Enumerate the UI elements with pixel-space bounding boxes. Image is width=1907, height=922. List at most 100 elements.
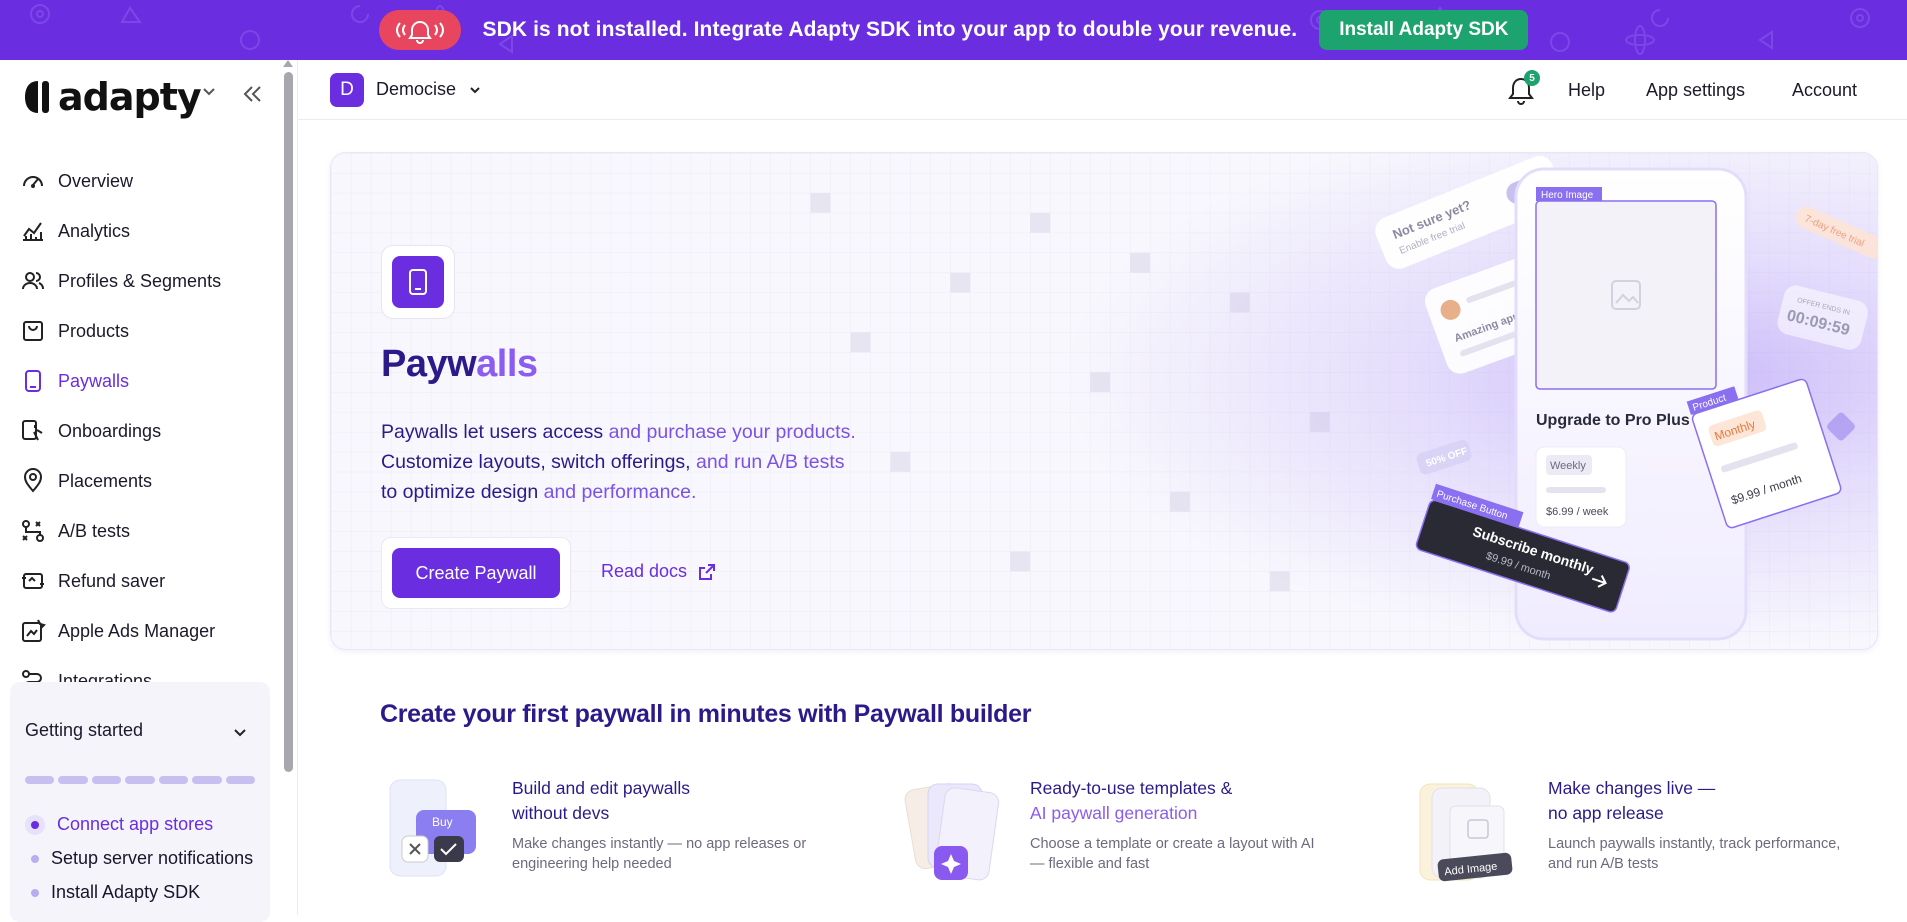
feature-title-line: Ready-to-use templates & (1030, 778, 1233, 798)
feature-live-illustration: Add Image (1419, 783, 1513, 882)
ab-icon (22, 520, 44, 542)
users-icon (22, 272, 44, 290)
task-label: Connect app stores (57, 814, 214, 834)
illus-weekly-price: $6.99 / week (1546, 506, 1609, 518)
collapse-sidebar-icon[interactable] (240, 82, 264, 106)
feature-title: Ready-to-use templates & AI paywall gener… (1030, 776, 1290, 826)
page-title: Paywalls (381, 343, 538, 386)
feature-title-line: AI paywall generation (1030, 803, 1198, 823)
sidebar-item-label: Paywalls (58, 370, 130, 391)
task-install-sdk[interactable]: Install Adapty SDK (25, 882, 265, 903)
feature-description: Launch paywalls instantly, track perform… (1548, 836, 1841, 872)
feature-templates: Ready-to-use templates & AI paywall gener… (898, 776, 1318, 906)
sidebar: adapty Overview Analytics Profiles & Segme… (0, 60, 298, 922)
task-connect-app-stores[interactable]: Connect app stores (25, 814, 265, 835)
progress-segment (91, 776, 122, 784)
read-docs-link[interactable]: Read docs (601, 561, 717, 582)
progress-segment (125, 776, 155, 784)
account-link[interactable]: Account (1792, 80, 1857, 101)
feature-templates-illustration (904, 783, 1000, 881)
phone-icon (25, 370, 41, 392)
ads-icon (22, 619, 46, 642)
feature-buy-tag: Buy (432, 815, 453, 829)
create-paywall-button[interactable]: Create Paywall (392, 548, 560, 598)
sidebar-item-onboardings[interactable]: Onboardings (20, 406, 270, 456)
progress-segment (58, 776, 88, 784)
bag-icon (23, 321, 43, 341)
progress-segment (25, 776, 55, 784)
task-dot (31, 888, 39, 897)
sidebar-item-label: Analytics (58, 220, 131, 241)
getting-started-title[interactable]: Getting started (25, 720, 143, 741)
sidebar-item-products[interactable]: Products (20, 306, 270, 356)
sidebar-item-label: Apple Ads Manager (58, 620, 216, 641)
sdk-banner: SDK is not installed. Integrate Adapty S… (0, 0, 1907, 60)
feature-title-line: Build and edit paywalls (512, 778, 691, 798)
task-current-dot (25, 814, 45, 835)
chevron-down-icon[interactable] (200, 82, 218, 100)
desc-text: to optimize design (381, 481, 544, 503)
desc-text: and purchase your products. (608, 421, 856, 443)
sidebar-item-profiles-segments[interactable]: Profiles & Segments (20, 256, 270, 306)
task-label: Setup server notifications (51, 848, 254, 868)
feature-description: Choose a template or create a layout wit… (1030, 836, 1315, 872)
sidebar-item-apple-ads-manager[interactable]: Apple Ads Manager (20, 606, 270, 656)
illus-hero-image-tag: Hero Image (1541, 190, 1594, 201)
paywalls-hero-card: Paywalls Paywalls let users access and p… (330, 152, 1878, 650)
sidebar-item-label: Profiles & Segments (58, 270, 222, 291)
desc-text: Paywalls let users access (381, 421, 609, 443)
scroll-up-arrow[interactable] (283, 60, 293, 67)
chevron-down-icon[interactable] (468, 83, 482, 97)
sidebar-nav: Overview Analytics Profiles & Segments Prod… (20, 156, 270, 706)
title-fade: alls (476, 343, 538, 385)
hero-description: Paywalls let users access and purchase y… (381, 417, 901, 507)
alert-bell-icon (378, 10, 461, 50)
notifications-button[interactable]: 5 (1506, 70, 1540, 106)
chevron-down-icon[interactable] (232, 724, 248, 740)
builder-section-title: Create your first paywall in minutes wit… (380, 700, 1032, 728)
sidebar-scrollbar[interactable] (282, 60, 294, 909)
chart-icon (23, 222, 43, 241)
help-link[interactable]: Help (1568, 80, 1605, 101)
feature-title: Make changes live — no app release (1548, 776, 1808, 826)
sidebar-item-label: Onboardings (58, 420, 162, 441)
adapty-logo-icon (25, 81, 49, 113)
progress-segment (158, 776, 189, 784)
illus-weekly: Weekly (1550, 460, 1586, 472)
read-docs-label: Read docs (601, 561, 688, 581)
feature-live-changes: Add Image Make changes live — no app rele… (1416, 776, 1840, 906)
sidebar-item-label: Placements (58, 470, 153, 491)
sidebar-item-label: Overview (58, 170, 134, 191)
progress-segment (225, 776, 255, 784)
sidebar-item-placements[interactable]: Placements (20, 456, 270, 506)
desc-text: and run A/B tests (696, 451, 845, 473)
top-header: D Democise 5 Help App settings Account (298, 60, 1907, 120)
phone-icon (409, 269, 427, 295)
app-avatar[interactable]: D (330, 73, 364, 107)
logo-text: adapty (58, 75, 202, 119)
sidebar-item-refund-saver[interactable]: Refund saver (20, 556, 270, 606)
task-setup-server-notifications[interactable]: Setup server notifications (25, 848, 265, 869)
title-main: Payw (381, 343, 477, 385)
app-switcher[interactable]: Democise (376, 79, 456, 100)
onboarding-icon (22, 420, 43, 441)
sidebar-item-analytics[interactable]: Analytics (20, 206, 270, 256)
paywall-builder-illustration: Not sure yet? Enable free trial Amazing … (1375, 156, 1877, 641)
sidebar-item-label: Products (58, 320, 130, 341)
feature-build-illustration: Buy (389, 779, 476, 877)
getting-started-progress (25, 776, 255, 784)
feature-build-edit: Buy Build and edit paywalls without devs … (380, 776, 806, 906)
feature-title-line: without devs (512, 803, 610, 823)
app-settings-link[interactable]: App settings (1646, 80, 1745, 101)
sidebar-item-overview[interactable]: Overview (20, 156, 270, 206)
sidebar-item-paywalls[interactable]: Paywalls (20, 356, 270, 406)
feature-title: Build and edit paywalls without devs (512, 776, 772, 826)
external-link-icon (699, 563, 716, 580)
install-sdk-button[interactable]: Install Adapty SDK (1319, 10, 1529, 50)
gauge-icon (23, 176, 43, 188)
scroll-thumb[interactable] (284, 72, 293, 772)
desc-text: and performance. (543, 481, 697, 503)
sidebar-item-a-b-tests[interactable]: A/B tests (20, 506, 270, 556)
sidebar-item-label: Refund saver (58, 570, 166, 591)
adapty-logo[interactable]: adapty (24, 74, 202, 120)
